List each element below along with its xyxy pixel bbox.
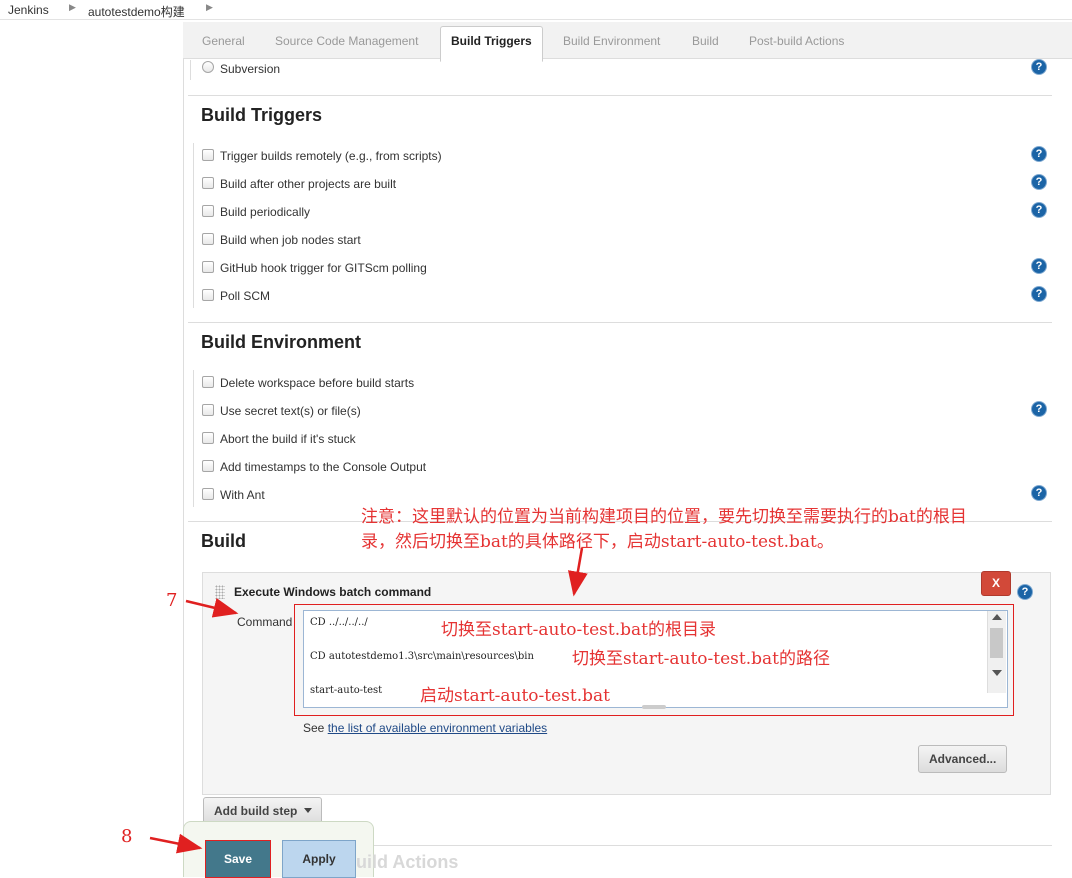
arrow-to-textarea [568, 547, 588, 597]
annotation-arrows [149, 547, 588, 854]
arrow-to-command [185, 598, 239, 618]
arrow-to-save [149, 833, 203, 854]
